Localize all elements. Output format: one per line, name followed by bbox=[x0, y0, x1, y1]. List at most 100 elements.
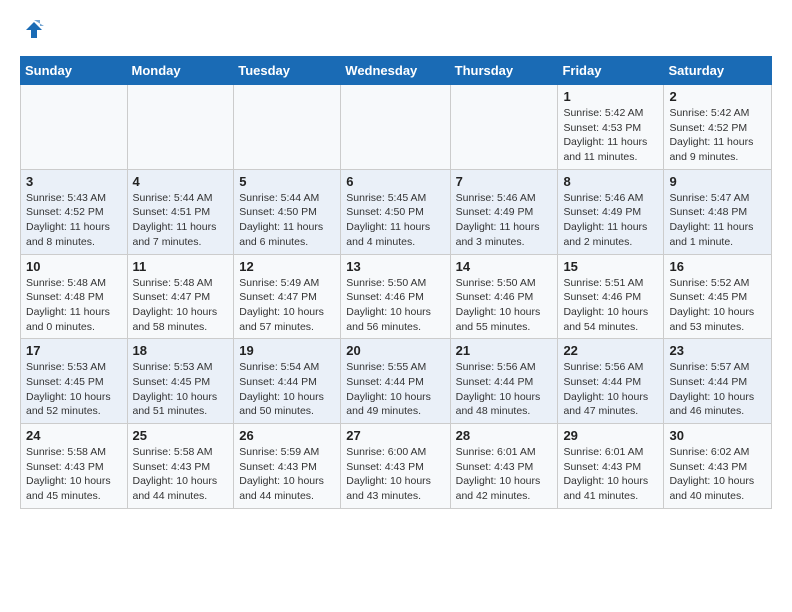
day-number: 23 bbox=[669, 343, 766, 358]
day-number: 5 bbox=[239, 174, 335, 189]
day-cell: 24Sunrise: 5:58 AM Sunset: 4:43 PM Dayli… bbox=[21, 424, 128, 509]
day-info: Sunrise: 5:53 AM Sunset: 4:45 PM Dayligh… bbox=[133, 360, 229, 419]
day-cell: 28 Sunrise: 6:01 AM Sunset: 4:43 PM Dayli… bbox=[450, 424, 558, 509]
day-cell: 21 Sunrise: 5:56 AM Sunset: 4:44 PM Dayli… bbox=[450, 339, 558, 424]
day-cell: 14 Sunrise: 5:50 AM Sunset: 4:46 PM Dayli… bbox=[450, 254, 558, 339]
day-info: Sunrise: 5:56 AM Sunset: 4:44 PM Dayligh… bbox=[563, 360, 658, 419]
day-cell bbox=[450, 85, 558, 170]
day-info: Sunrise: 5:48 AM Sunset: 4:47 PM Dayligh… bbox=[133, 276, 229, 335]
day-number: 16 bbox=[669, 259, 766, 274]
weekday-header-friday: Friday bbox=[558, 57, 664, 85]
day-cell: 19 Sunrise: 5:54 AM Sunset: 4:44 PM Dayli… bbox=[234, 339, 341, 424]
day-number: 27 bbox=[346, 428, 444, 443]
day-cell: 8Sunrise: 5:46 AM Sunset: 4:49 PM Daylig… bbox=[558, 169, 664, 254]
day-cell: 29 Sunrise: 6:01 AM Sunset: 4:43 PM Dayli… bbox=[558, 424, 664, 509]
day-number: 22 bbox=[563, 343, 658, 358]
day-number: 19 bbox=[239, 343, 335, 358]
day-info: Sunrise: 5:53 AM Sunset: 4:45 PM Dayligh… bbox=[26, 360, 122, 419]
day-cell: 17 Sunrise: 5:53 AM Sunset: 4:45 PM Dayli… bbox=[21, 339, 128, 424]
day-number: 28 bbox=[456, 428, 553, 443]
week-row-2: 3 Sunrise: 5:43 AM Sunset: 4:52 PM Daylig… bbox=[21, 169, 772, 254]
day-info: Sunrise: 5:54 AM Sunset: 4:44 PM Dayligh… bbox=[239, 360, 335, 419]
week-row-4: 17 Sunrise: 5:53 AM Sunset: 4:45 PM Dayli… bbox=[21, 339, 772, 424]
day-cell: 13Sunrise: 5:50 AM Sunset: 4:46 PM Dayli… bbox=[341, 254, 450, 339]
day-cell bbox=[341, 85, 450, 170]
day-cell bbox=[21, 85, 128, 170]
day-number: 7 bbox=[456, 174, 553, 189]
day-cell: 10 Sunrise: 5:48 AM Sunset: 4:48 PM Dayli… bbox=[21, 254, 128, 339]
day-cell: 22 Sunrise: 5:56 AM Sunset: 4:44 PM Dayli… bbox=[558, 339, 664, 424]
day-info: Sunrise: 5:52 AM Sunset: 4:45 PM Dayligh… bbox=[669, 276, 766, 335]
day-info: Sunrise: 6:01 AM Sunset: 4:43 PM Dayligh… bbox=[456, 445, 553, 504]
day-info: Sunrise: 5:55 AM Sunset: 4:44 PM Dayligh… bbox=[346, 360, 444, 419]
day-cell: 4Sunrise: 5:44 AM Sunset: 4:51 PM Daylig… bbox=[127, 169, 234, 254]
day-info: Sunrise: 5:46 AM Sunset: 4:49 PM Dayligh… bbox=[456, 191, 553, 250]
weekday-header-saturday: Saturday bbox=[664, 57, 772, 85]
day-cell: 16 Sunrise: 5:52 AM Sunset: 4:45 PM Dayli… bbox=[664, 254, 772, 339]
day-number: 26 bbox=[239, 428, 335, 443]
day-number: 29 bbox=[563, 428, 658, 443]
day-cell: 30 Sunrise: 6:02 AM Sunset: 4:43 PM Dayli… bbox=[664, 424, 772, 509]
week-row-1: 1 Sunrise: 5:42 AM Sunset: 4:53 PM Daylig… bbox=[21, 85, 772, 170]
day-info: Sunrise: 5:45 AM Sunset: 4:50 PM Dayligh… bbox=[346, 191, 444, 250]
day-number: 25 bbox=[133, 428, 229, 443]
day-info: Sunrise: 5:57 AM Sunset: 4:44 PM Dayligh… bbox=[669, 360, 766, 419]
day-info: Sunrise: 5:47 AM Sunset: 4:48 PM Dayligh… bbox=[669, 191, 766, 250]
day-info: Sunrise: 5:43 AM Sunset: 4:52 PM Dayligh… bbox=[26, 191, 122, 250]
weekday-header-monday: Monday bbox=[127, 57, 234, 85]
day-number: 21 bbox=[456, 343, 553, 358]
day-info: Sunrise: 5:58 AM Sunset: 4:43 PM Dayligh… bbox=[26, 445, 122, 504]
day-number: 30 bbox=[669, 428, 766, 443]
day-info: Sunrise: 5:42 AM Sunset: 4:53 PM Dayligh… bbox=[563, 106, 658, 165]
day-cell: 1 Sunrise: 5:42 AM Sunset: 4:53 PM Daylig… bbox=[558, 85, 664, 170]
day-number: 3 bbox=[26, 174, 122, 189]
day-number: 1 bbox=[563, 89, 658, 104]
day-info: Sunrise: 5:56 AM Sunset: 4:44 PM Dayligh… bbox=[456, 360, 553, 419]
day-info: Sunrise: 6:02 AM Sunset: 4:43 PM Dayligh… bbox=[669, 445, 766, 504]
day-cell bbox=[127, 85, 234, 170]
logo bbox=[20, 16, 52, 44]
day-cell: 3 Sunrise: 5:43 AM Sunset: 4:52 PM Daylig… bbox=[21, 169, 128, 254]
page: SundayMondayTuesdayWednesdayThursdayFrid… bbox=[0, 0, 792, 529]
day-info: Sunrise: 5:48 AM Sunset: 4:48 PM Dayligh… bbox=[26, 276, 122, 335]
day-number: 15 bbox=[563, 259, 658, 274]
day-info: Sunrise: 5:44 AM Sunset: 4:50 PM Dayligh… bbox=[239, 191, 335, 250]
day-number: 14 bbox=[456, 259, 553, 274]
day-cell: 9 Sunrise: 5:47 AM Sunset: 4:48 PM Daylig… bbox=[664, 169, 772, 254]
day-info: Sunrise: 5:44 AM Sunset: 4:51 PM Dayligh… bbox=[133, 191, 229, 250]
day-number: 9 bbox=[669, 174, 766, 189]
day-info: Sunrise: 6:01 AM Sunset: 4:43 PM Dayligh… bbox=[563, 445, 658, 504]
day-number: 20 bbox=[346, 343, 444, 358]
weekday-header-row: SundayMondayTuesdayWednesdayThursdayFrid… bbox=[21, 57, 772, 85]
day-number: 13 bbox=[346, 259, 444, 274]
day-cell: 2Sunrise: 5:42 AM Sunset: 4:52 PM Daylig… bbox=[664, 85, 772, 170]
day-info: Sunrise: 6:00 AM Sunset: 4:43 PM Dayligh… bbox=[346, 445, 444, 504]
weekday-header-wednesday: Wednesday bbox=[341, 57, 450, 85]
logo-icon bbox=[20, 16, 48, 44]
day-cell: 20 Sunrise: 5:55 AM Sunset: 4:44 PM Dayli… bbox=[341, 339, 450, 424]
day-cell: 26 Sunrise: 5:59 AM Sunset: 4:43 PM Dayli… bbox=[234, 424, 341, 509]
day-info: Sunrise: 5:46 AM Sunset: 4:49 PM Dayligh… bbox=[563, 191, 658, 250]
day-info: Sunrise: 5:42 AM Sunset: 4:52 PM Dayligh… bbox=[669, 106, 766, 165]
day-cell: 25Sunrise: 5:58 AM Sunset: 4:43 PM Dayli… bbox=[127, 424, 234, 509]
day-number: 18 bbox=[133, 343, 229, 358]
calendar-table: SundayMondayTuesdayWednesdayThursdayFrid… bbox=[20, 56, 772, 509]
header bbox=[20, 16, 772, 44]
day-number: 11 bbox=[133, 259, 229, 274]
day-info: Sunrise: 5:50 AM Sunset: 4:46 PM Dayligh… bbox=[456, 276, 553, 335]
day-cell: 12Sunrise: 5:49 AM Sunset: 4:47 PM Dayli… bbox=[234, 254, 341, 339]
day-info: Sunrise: 5:49 AM Sunset: 4:47 PM Dayligh… bbox=[239, 276, 335, 335]
day-cell: 6Sunrise: 5:45 AM Sunset: 4:50 PM Daylig… bbox=[341, 169, 450, 254]
day-number: 10 bbox=[26, 259, 122, 274]
day-number: 17 bbox=[26, 343, 122, 358]
weekday-header-sunday: Sunday bbox=[21, 57, 128, 85]
day-cell: 11 Sunrise: 5:48 AM Sunset: 4:47 PM Dayli… bbox=[127, 254, 234, 339]
day-cell: 5 Sunrise: 5:44 AM Sunset: 4:50 PM Daylig… bbox=[234, 169, 341, 254]
day-cell: 7 Sunrise: 5:46 AM Sunset: 4:49 PM Daylig… bbox=[450, 169, 558, 254]
day-cell: 27 Sunrise: 6:00 AM Sunset: 4:43 PM Dayli… bbox=[341, 424, 450, 509]
day-info: Sunrise: 5:51 AM Sunset: 4:46 PM Dayligh… bbox=[563, 276, 658, 335]
week-row-3: 10 Sunrise: 5:48 AM Sunset: 4:48 PM Dayli… bbox=[21, 254, 772, 339]
day-cell: 18 Sunrise: 5:53 AM Sunset: 4:45 PM Dayli… bbox=[127, 339, 234, 424]
weekday-header-thursday: Thursday bbox=[450, 57, 558, 85]
day-info: Sunrise: 5:59 AM Sunset: 4:43 PM Dayligh… bbox=[239, 445, 335, 504]
